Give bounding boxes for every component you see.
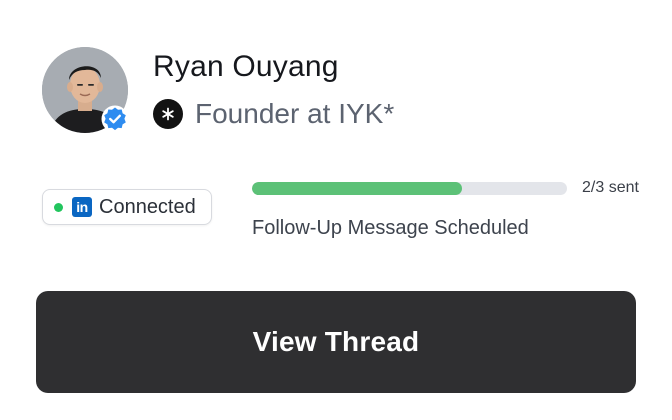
- contact-role: Founder at IYK*: [195, 98, 395, 129]
- sequence-progress-fill: [252, 182, 462, 195]
- sequence-progress-bar: [252, 182, 567, 195]
- sequence-status-text: Follow-Up Message Scheduled: [252, 217, 529, 239]
- contact-card: Ryan Ouyang Founder at IYK* in Connected…: [0, 0, 672, 420]
- connection-status-label: Connected: [99, 195, 196, 218]
- connection-status-badge: in Connected: [42, 189, 212, 225]
- status-dot-icon: [54, 202, 63, 212]
- sent-count-label: 2/3 sent: [582, 179, 639, 196]
- company-logo-icon: [153, 99, 183, 129]
- linkedin-icon: in: [72, 197, 92, 217]
- contact-name: Ryan Ouyang: [153, 50, 339, 83]
- verified-badge-icon: [101, 105, 129, 133]
- view-thread-button[interactable]: View Thread: [36, 291, 636, 393]
